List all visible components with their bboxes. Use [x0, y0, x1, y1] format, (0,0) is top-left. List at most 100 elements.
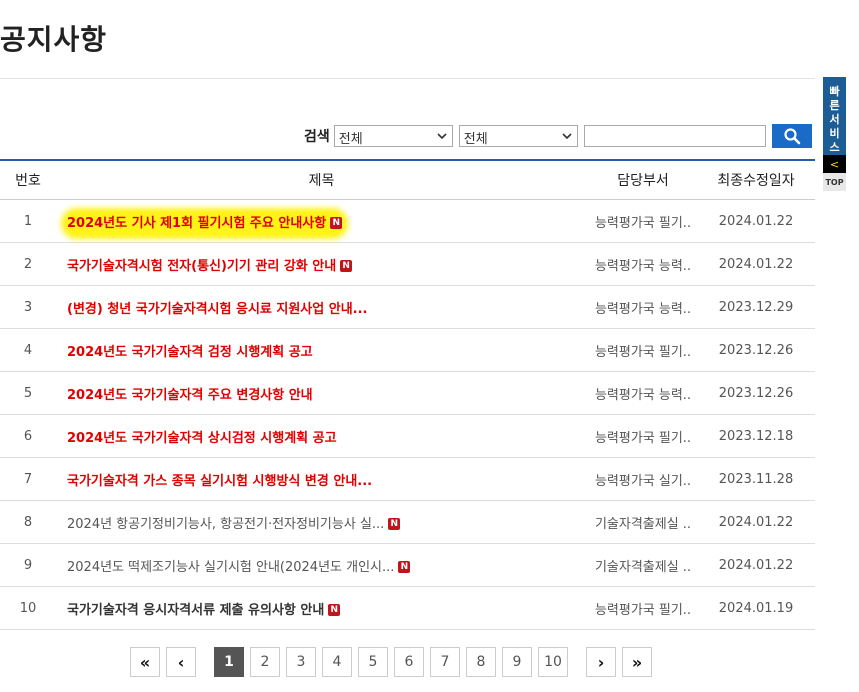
row-num: 6: [23, 428, 33, 444]
row-date: 2024.01.22: [718, 514, 794, 530]
row-title-link[interactable]: 2024년도 국가기술자격 주요 변경사항 안내: [67, 388, 313, 403]
quick-toggle-button[interactable]: <: [823, 155, 846, 173]
row-date: 2024.01.22: [718, 256, 794, 272]
header-num: 번호: [15, 173, 41, 189]
row-num: 3: [23, 299, 33, 315]
header-dept: 담당부서: [617, 173, 669, 189]
new-badge: N: [328, 604, 341, 616]
quick-service-label-char: 빠: [829, 85, 840, 98]
row-num: 9: [23, 557, 33, 573]
top-button[interactable]: TOP: [823, 173, 846, 191]
new-badge: N: [398, 561, 411, 573]
row-dept: 능력평가국 필기..: [594, 430, 692, 446]
table-row: 7 국가기술자격 가스 종목 실기시험 시행방식 변경 안내... 능력평가국 …: [0, 458, 815, 501]
row-date: 2024.01.22: [718, 213, 794, 229]
row-num: 2: [23, 256, 33, 272]
pagination: « ‹ 1 2 3 4 5 6 7 8 9 10 › »: [130, 647, 658, 677]
search-bar: 검색 전체 전체: [304, 124, 812, 148]
row-title-link[interactable]: 국가기술자격 가스 종목 실기시험 시행방식 변경 안내...: [67, 474, 372, 489]
search-field-value: 전체: [463, 132, 488, 147]
search-scope-select[interactable]: 전체: [333, 125, 453, 147]
row-title-link[interactable]: 2024년도 국가기술자격 상시검정 시행계획 공고: [67, 431, 337, 446]
header-title: 제목: [308, 173, 335, 189]
row-num: 10: [19, 600, 37, 616]
row-num: 5: [23, 385, 33, 401]
row-dept: 능력평가국 능력..: [594, 258, 692, 274]
table-row: 8 2024년 항공기정비기능사, 항공전기·전자정비기능사 실... N 기술자…: [0, 501, 815, 544]
row-date: 2023.12.18: [718, 428, 794, 444]
row-title-link[interactable]: 국가기술자격시험 전자(통신)기기 관리 강화 안내: [67, 259, 336, 274]
row-title-link[interactable]: 국가기술자격 응시자격서류 제출 유의사항 안내: [67, 603, 324, 618]
table-row: 1 2024년도 기사 제1회 필기시험 주요 안내사항 N 능력평가국 필기..…: [0, 200, 815, 243]
row-date: 2023.11.28: [718, 471, 794, 487]
search-label: 검색: [304, 129, 330, 145]
chevron-down-icon: [562, 133, 572, 140]
page-button-7[interactable]: 7: [430, 647, 460, 677]
new-badge: N: [330, 217, 343, 229]
row-title-link[interactable]: 2024년도 국가기술자격 검정 시행계획 공고: [67, 345, 313, 360]
title-divider: [0, 78, 815, 79]
chevron-down-icon: [437, 133, 447, 140]
quick-service-label-char: 스: [829, 141, 840, 154]
row-dept: 능력평가국 필기..: [594, 215, 692, 231]
search-field-select[interactable]: 전체: [458, 125, 578, 147]
next-page-button[interactable]: ›: [586, 647, 616, 677]
page-button-9[interactable]: 9: [502, 647, 532, 677]
quick-service-label-char: 비: [829, 127, 840, 140]
table-row: 4 2024년도 국가기술자격 검정 시행계획 공고 능력평가국 필기.. 20…: [0, 329, 815, 372]
header-date: 최종수정일자: [717, 173, 795, 189]
highlighted-title: 2024년도 기사 제1회 필기시험 주요 안내사항 N: [65, 211, 345, 235]
table-row: 6 2024년도 국가기술자격 상시검정 시행계획 공고 능력평가국 필기.. …: [0, 415, 815, 458]
page-button-3[interactable]: 3: [286, 647, 316, 677]
page-button-2[interactable]: 2: [250, 647, 280, 677]
quick-service-label-char: 른: [829, 99, 840, 112]
notice-table: 번호 제목 담당부서 최종수정일자 1 2024년도 기사 제1회 필기시험 주…: [0, 159, 815, 630]
new-badge: N: [388, 518, 401, 530]
quick-service-panel: 빠른서비스 < TOP: [823, 77, 846, 191]
row-dept: 능력평가국 필기..: [594, 602, 692, 618]
quick-service-button[interactable]: 빠른서비스: [823, 77, 846, 155]
row-date: 2023.12.29: [718, 299, 794, 315]
table-row: 9 2024년도 떡제조기능사 실기시험 안내(2024년도 개인시... N 기…: [0, 544, 815, 587]
page-button-1[interactable]: 1: [214, 647, 244, 677]
row-num: 1: [23, 213, 33, 229]
table-header: 번호 제목 담당부서 최종수정일자: [0, 161, 815, 200]
last-page-button[interactable]: »: [622, 647, 652, 677]
quick-service-label-char: 서: [829, 113, 840, 126]
row-num: 7: [23, 471, 33, 487]
row-dept: 기술자격출제실 ..: [594, 516, 692, 532]
quick-service-label: 빠른서비스: [823, 85, 846, 155]
row-title-link[interactable]: 2024년도 기사 제1회 필기시험 주요 안내사항: [67, 216, 326, 231]
new-badge: N: [340, 260, 353, 272]
row-dept: 능력평가국 능력..: [594, 301, 692, 317]
search-scope-value: 전체: [338, 132, 363, 147]
search-icon: [784, 128, 801, 145]
page-button-10[interactable]: 10: [538, 647, 568, 677]
page-button-5[interactable]: 5: [358, 647, 388, 677]
row-title-link[interactable]: 2024년도 떡제조기능사 실기시험 안내(2024년도 개인시...: [67, 560, 394, 575]
table-row: 3 (변경) 청년 국가기술자격시험 응시료 지원사업 안내... 능력평가국 …: [0, 286, 815, 329]
row-date: 2023.12.26: [718, 342, 794, 358]
row-title-link[interactable]: 2024년 항공기정비기능사, 항공전기·전자정비기능사 실...: [67, 517, 384, 532]
row-date: 2024.01.22: [718, 557, 794, 573]
search-button[interactable]: [771, 124, 812, 148]
row-date: 2023.12.26: [718, 385, 794, 401]
table-row: 2 국가기술자격시험 전자(통신)기기 관리 강화 안내 N 능력평가국 능력..…: [0, 243, 815, 286]
page-button-4[interactable]: 4: [322, 647, 352, 677]
row-num: 8: [23, 514, 33, 530]
row-dept: 능력평가국 실기..: [594, 473, 692, 489]
row-dept: 기술자격출제실 ..: [594, 559, 692, 575]
table-row: 10 국가기술자격 응시자격서류 제출 유의사항 안내 N 능력평가국 필기.. …: [0, 587, 815, 630]
row-dept: 능력평가국 능력..: [594, 387, 692, 403]
page-title: 공지사항: [0, 23, 108, 56]
first-page-button[interactable]: «: [130, 647, 160, 677]
page-button-8[interactable]: 8: [466, 647, 496, 677]
table-row: 5 2024년도 국가기술자격 주요 변경사항 안내 능력평가국 능력.. 20…: [0, 372, 815, 415]
row-dept: 능력평가국 필기..: [594, 344, 692, 360]
prev-page-button[interactable]: ‹: [166, 647, 196, 677]
row-title-link[interactable]: (변경) 청년 국가기술자격시험 응시료 지원사업 안내...: [67, 302, 368, 317]
search-input[interactable]: [583, 125, 766, 147]
row-date: 2024.01.19: [718, 600, 794, 616]
page-button-6[interactable]: 6: [394, 647, 424, 677]
row-num: 4: [23, 342, 33, 358]
